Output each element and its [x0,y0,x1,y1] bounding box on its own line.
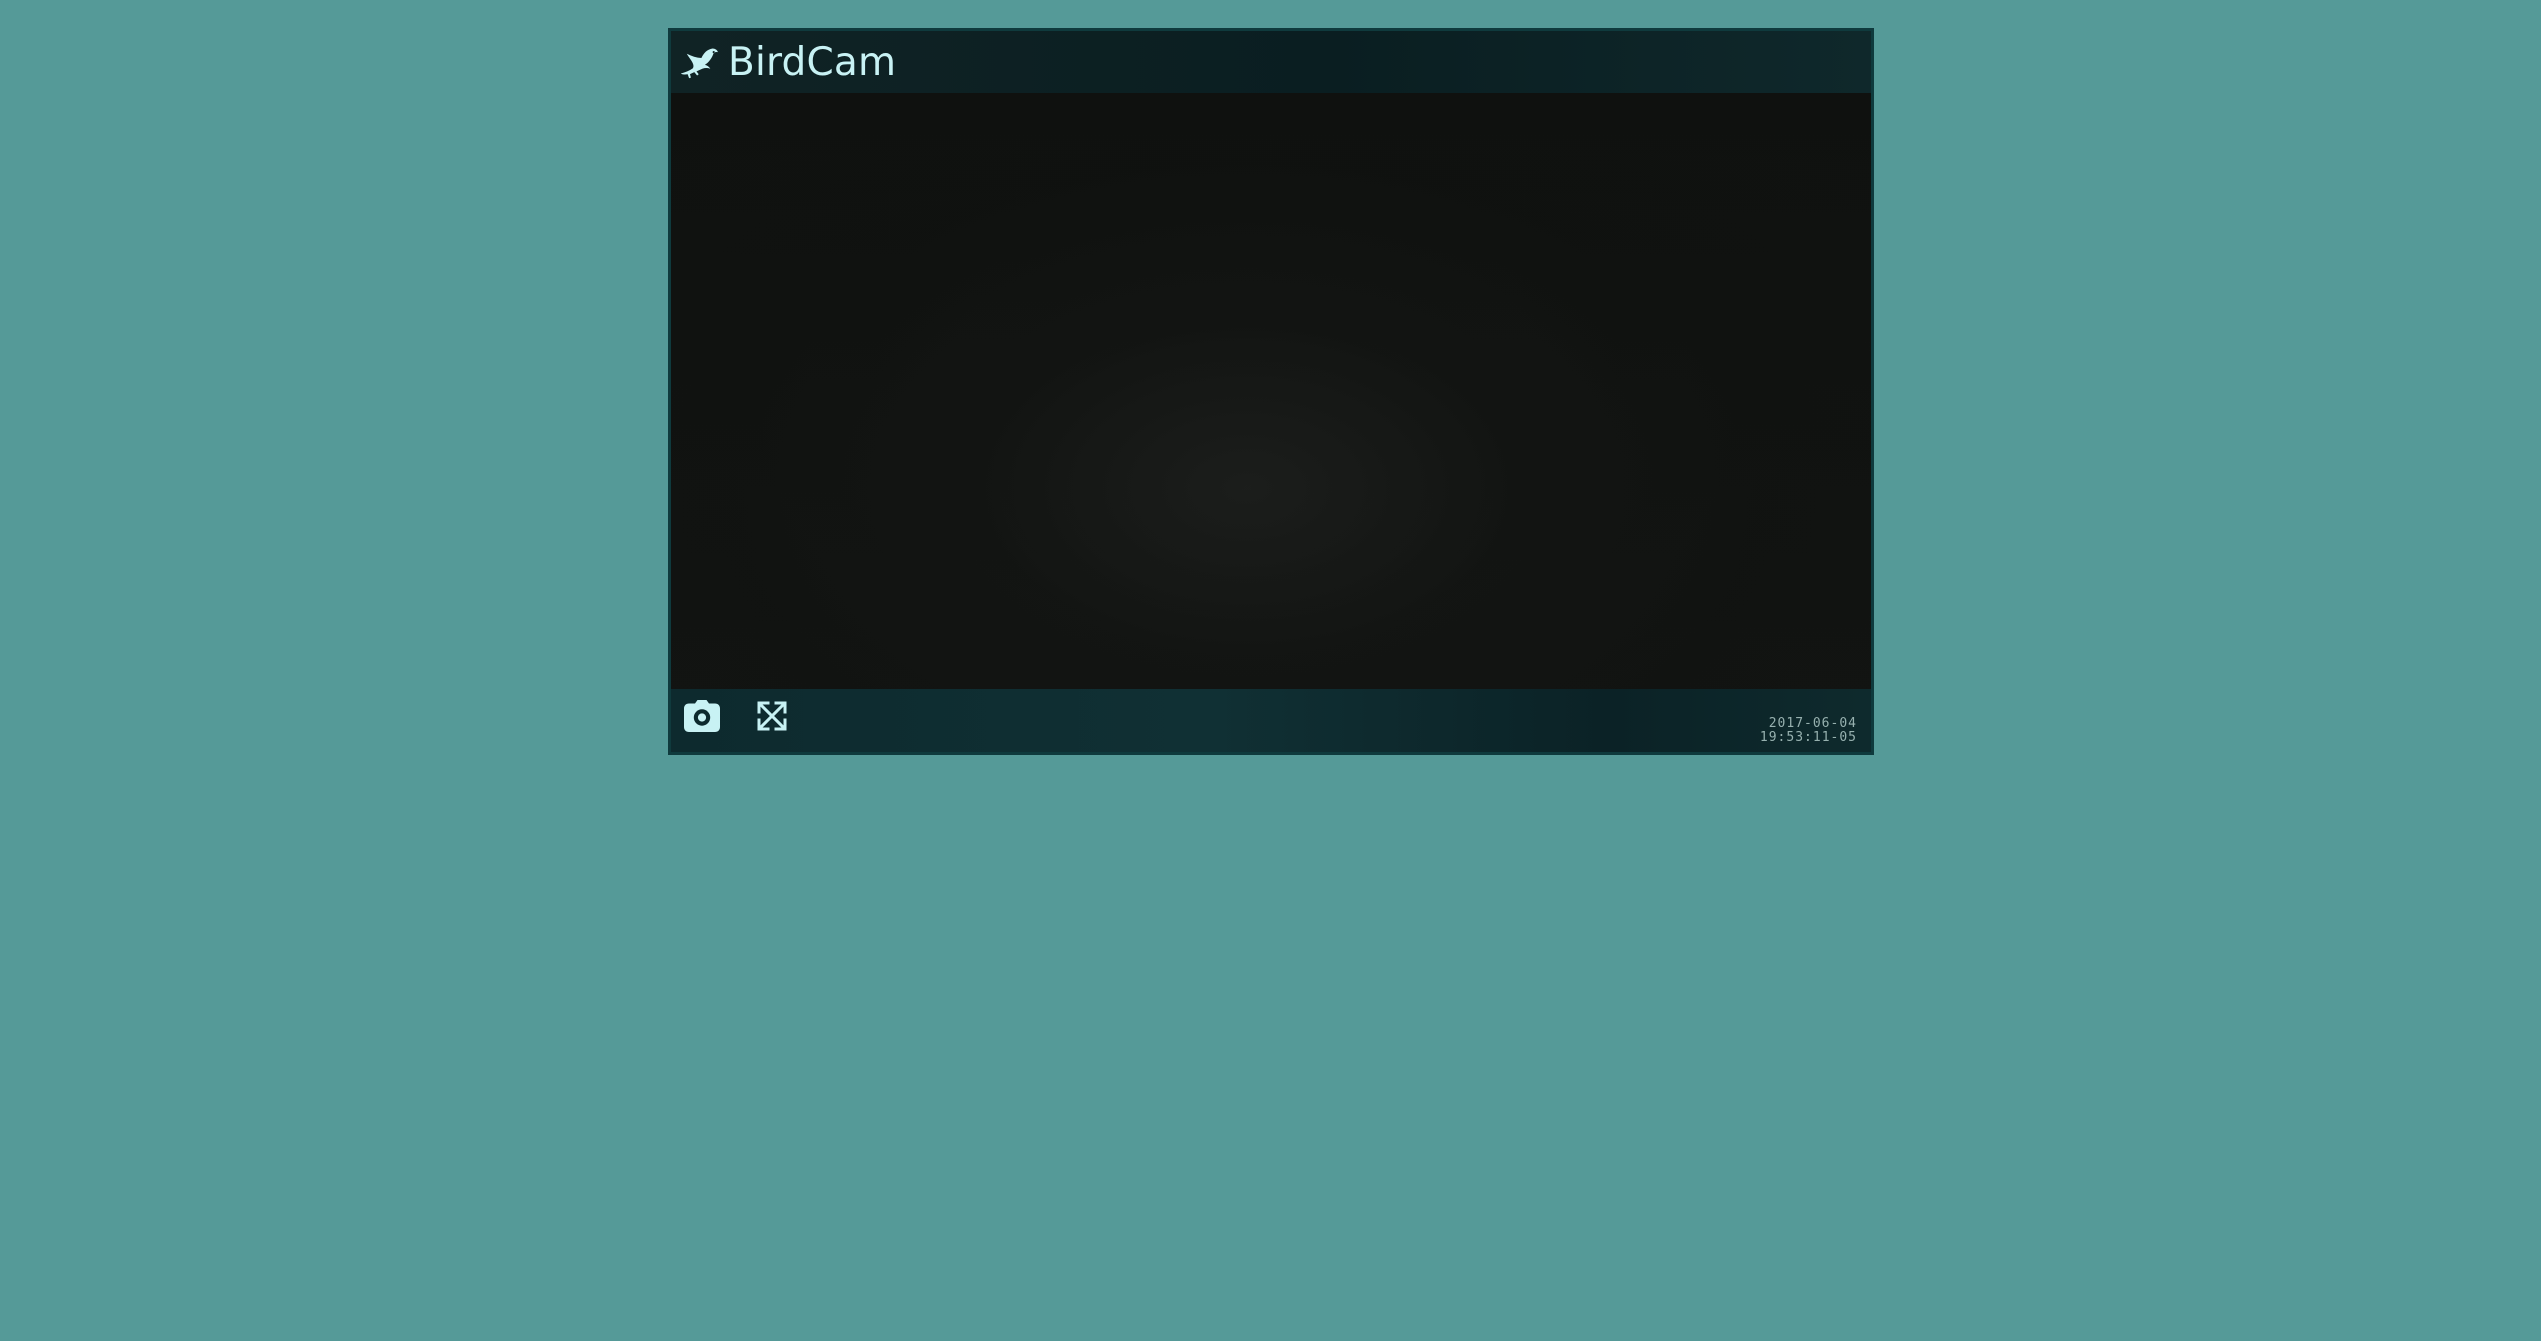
birdcam-player: BirdCam 2017-06-04 19:53:11-05 [668,28,1874,755]
app-title: BirdCam [728,39,897,85]
fullscreen-icon [752,696,792,741]
timestamp-time: 19:53:11-05 [1759,730,1857,745]
timestamp-date: 2017-06-04 [1768,716,1857,731]
video-timestamp: 2017-06-04 19:53:11-05 [1707,717,1857,745]
camera-icon [681,699,723,738]
video-controls: 2017-06-04 19:53:11-05 [671,689,1871,752]
player-header: BirdCam [671,31,1871,93]
bird-icon [680,44,719,80]
video-feed [671,93,1871,692]
snapshot-button[interactable] [681,697,723,739]
fullscreen-button[interactable] [751,697,793,739]
